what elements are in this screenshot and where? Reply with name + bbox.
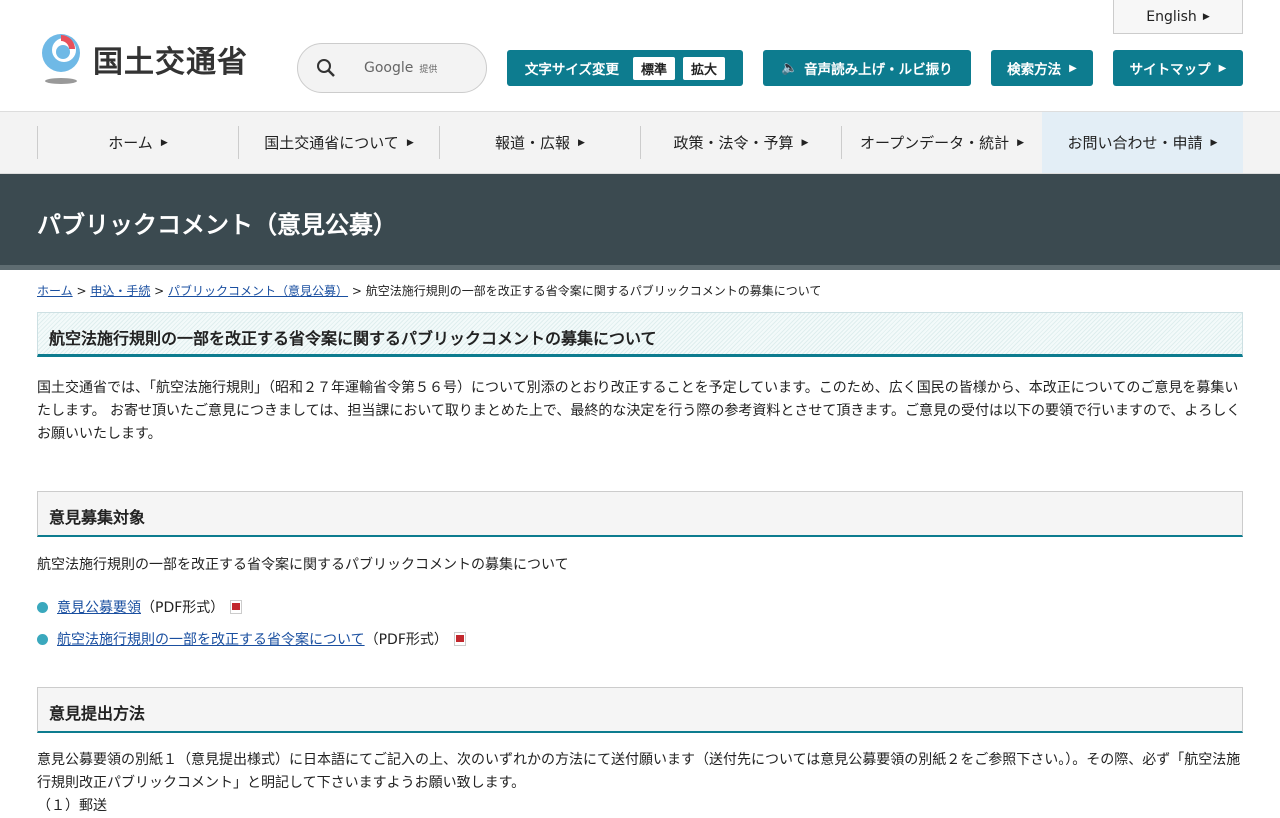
nav-contact[interactable]: お問い合わせ・申請 ▶ xyxy=(1042,112,1243,173)
pdf-icon xyxy=(453,632,466,646)
logo-mark-icon xyxy=(37,33,85,85)
sitemap-button[interactable]: サイトマップ ▶ xyxy=(1113,50,1243,86)
triangle-right-icon: ▶ xyxy=(801,137,809,148)
breadcrumb-home[interactable]: ホーム xyxy=(37,284,73,298)
section-heading-target: 意見募集対象 xyxy=(37,491,1243,537)
nav-opendata[interactable]: オープンデータ・統計 ▶ xyxy=(841,126,1042,159)
triangle-right-icon: ▶ xyxy=(1210,137,1218,148)
triangle-right-icon: ▶ xyxy=(1218,62,1227,74)
pdf-link[interactable]: 意見公募要領 xyxy=(57,597,141,617)
font-large-button[interactable]: 拡大 xyxy=(683,56,726,80)
triangle-right-icon: ▶ xyxy=(1202,11,1210,22)
search-provider: Google 提供 xyxy=(364,60,438,76)
section-heading-method: 意見提出方法 xyxy=(37,687,1243,733)
breadcrumb-apply[interactable]: 申込・手続 xyxy=(90,284,150,298)
list-item: 意見公募要領 （PDF形式） xyxy=(37,591,1243,623)
triangle-right-icon: ▶ xyxy=(1069,62,1077,74)
pdf-icon xyxy=(230,600,243,614)
triangle-right-icon: ▶ xyxy=(160,137,168,148)
font-standard-button[interactable]: 標準 xyxy=(633,56,676,80)
intro-text: 国土交通省では、「航空法施行規則」（昭和２７年運輸省令第５６号）について別添のと… xyxy=(37,380,1241,442)
nav-about[interactable]: 国土交通省について ▶ xyxy=(238,126,439,159)
nav-policy[interactable]: 政策・法令・予算 ▶ xyxy=(640,126,841,159)
list-item: 航空法施行規則の一部を改正する省令案について （PDF形式） xyxy=(37,623,1243,655)
section-target-text: 航空法施行規則の一部を改正する省令案に関するパブリックコメントの募集について xyxy=(37,557,569,573)
triangle-right-icon: ▶ xyxy=(406,137,414,148)
page-banner: パブリックコメント（意見公募） xyxy=(0,174,1280,270)
nav-press[interactable]: 報道・広報 ▶ xyxy=(439,126,640,159)
bullet-icon xyxy=(37,601,48,613)
search-icon xyxy=(317,59,335,77)
breadcrumb-current: 航空法施行規則の一部を改正する省令案に関するパブリックコメントの募集について xyxy=(365,284,822,298)
section-method-text: 意見公募要領の別紙１（意見提出様式）に日本語にてご記入の上、次のいずれかの方法に… xyxy=(37,752,1241,791)
global-nav: ホーム ▶ 国土交通省について ▶ 報道・広報 ▶ 政策・法令・予算 ▶ オープンデータ… xyxy=(0,112,1280,174)
search-box[interactable]: Google 提供 xyxy=(297,43,487,93)
speech-button[interactable]: 🔈 音声読み上げ・ルビ振り xyxy=(763,50,971,86)
triangle-right-icon: ▶ xyxy=(1017,137,1025,148)
bullet-icon xyxy=(37,633,48,645)
method-item-mail: （１）郵送 xyxy=(37,798,107,814)
triangle-right-icon: ▶ xyxy=(578,137,585,148)
breadcrumb-pubcom[interactable]: パブリックコメント（意見公募） xyxy=(168,284,348,298)
english-button[interactable]: English ▶ xyxy=(1113,0,1243,34)
speaker-icon: 🔈 xyxy=(781,60,799,76)
page-title: 航空法施行規則の一部を改正する省令案に関するパブリックコメントの募集について xyxy=(37,312,1243,357)
site-header: 国土交通省 Google 提供 文字サイズ変更 標準 拡大 🔈 音声読み上げ・ルビ振り … xyxy=(0,0,1280,112)
font-size-control: 文字サイズ変更 標準 拡大 xyxy=(507,50,743,86)
mlit-logo[interactable]: 国土交通省 xyxy=(37,33,248,85)
search-method-button[interactable]: 検索方法 ▶ xyxy=(991,50,1093,86)
breadcrumb: ホーム > 申込・手続 > パブリックコメント（意見公募） > 航空法施行規則の… xyxy=(37,284,822,298)
pdf-link[interactable]: 航空法施行規則の一部を改正する省令案について xyxy=(57,629,365,649)
nav-home[interactable]: ホーム ▶ xyxy=(37,126,238,159)
